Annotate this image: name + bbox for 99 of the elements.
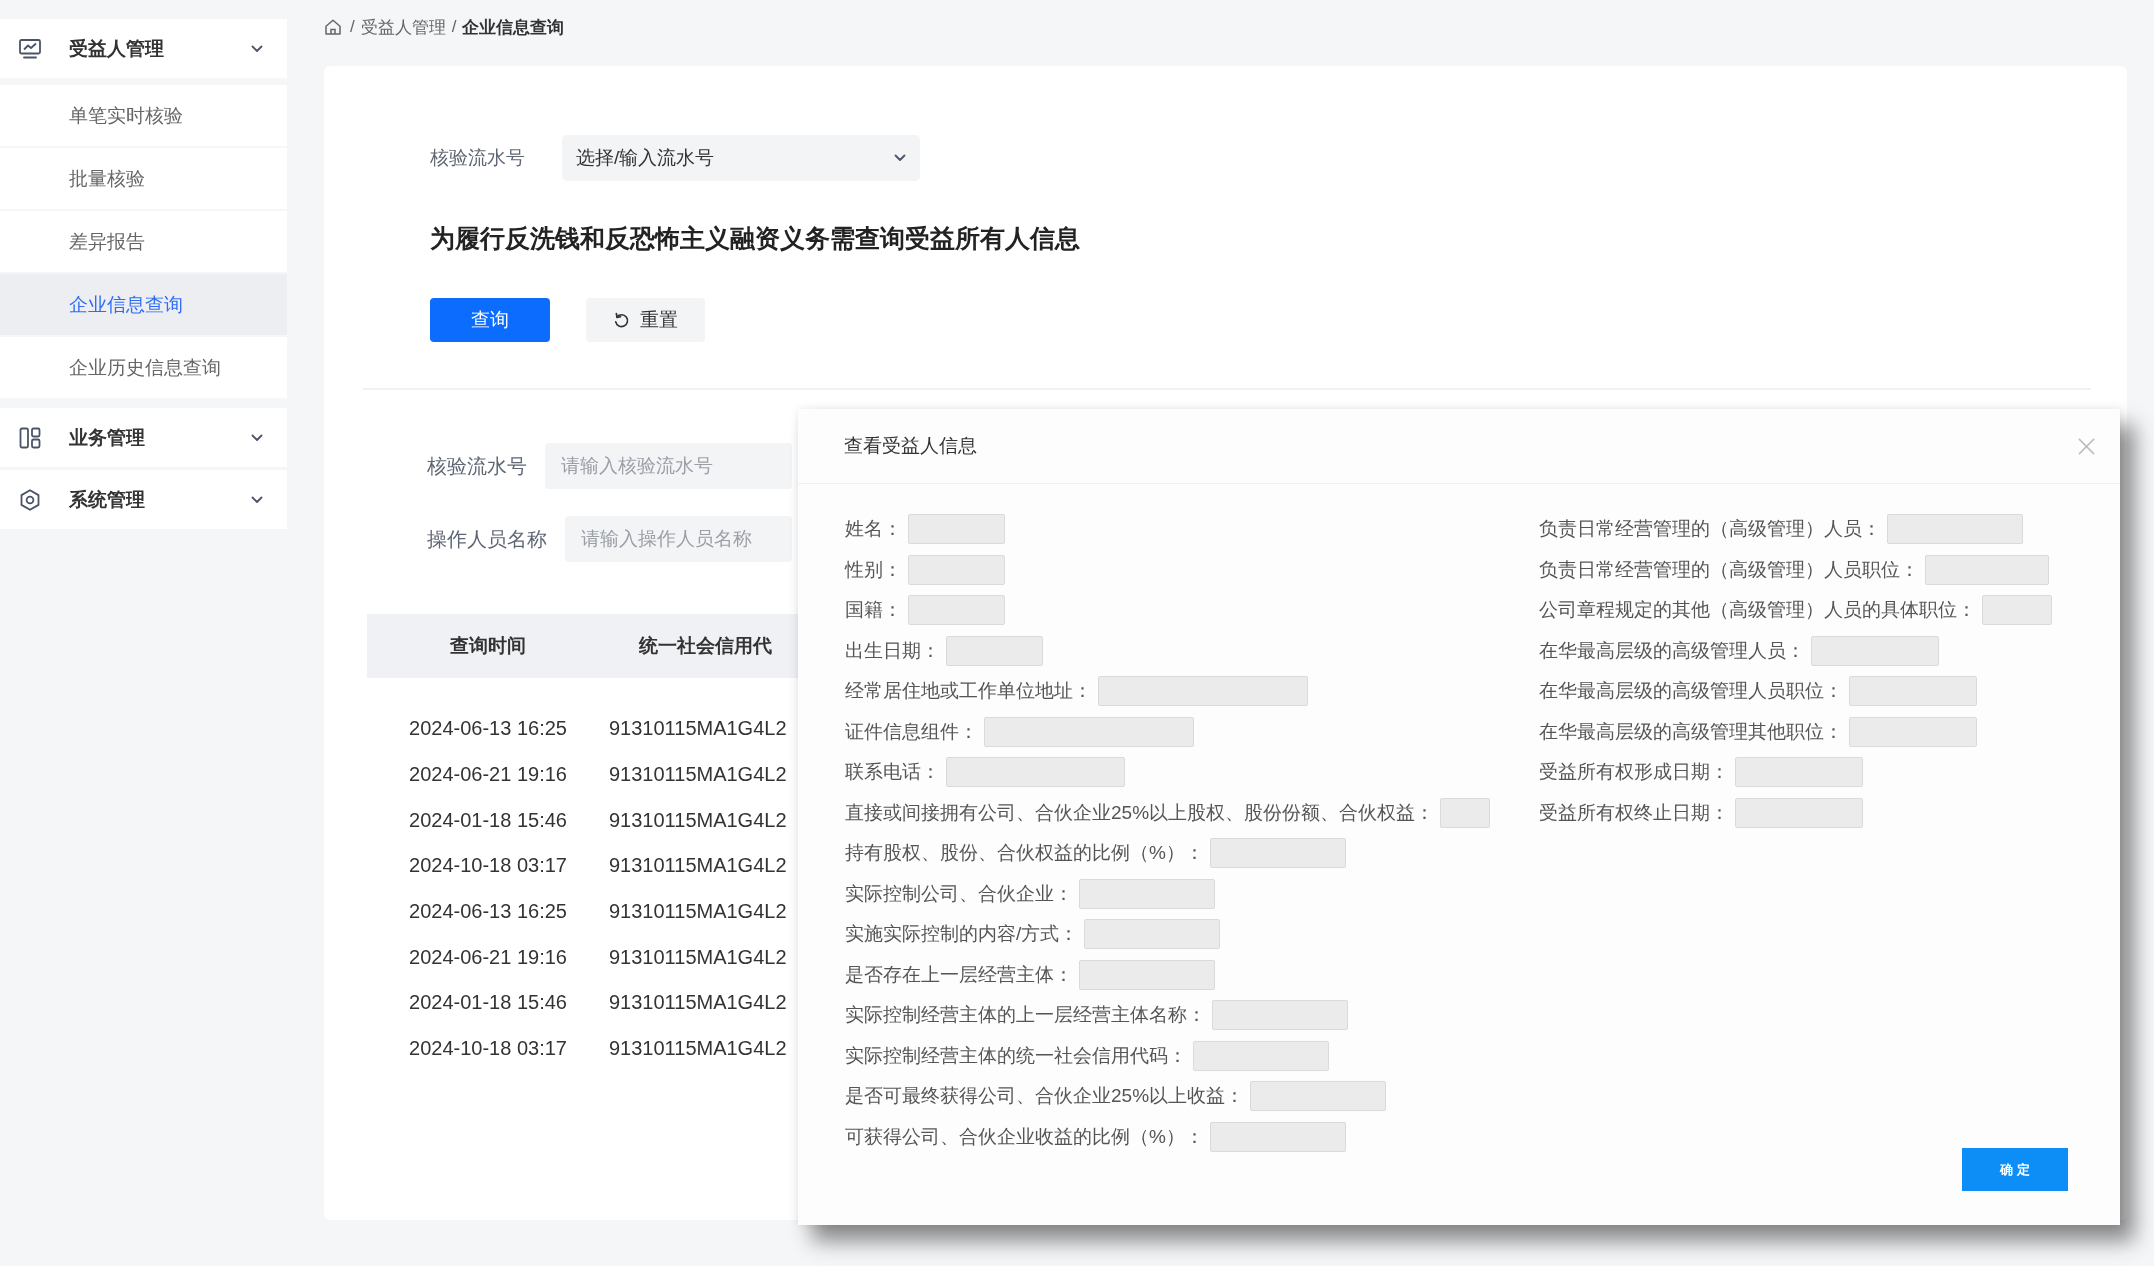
- chevron-down-icon: [251, 495, 263, 504]
- field-label: 经常居住地或工作单位地址：: [845, 679, 1092, 704]
- table-cell: 91310115MA1G4L2: [609, 717, 787, 740]
- column-header: 查询时间: [450, 635, 526, 656]
- table-cell: 2024-01-18 15:46: [409, 991, 567, 1014]
- settings-icon: [19, 488, 41, 511]
- input-field[interactable]: [1193, 1040, 1329, 1071]
- field-label: 实际控制经营主体的统一社会信用代码：: [845, 1043, 1187, 1068]
- field-label: 操作人员名称: [427, 526, 547, 552]
- confirm-button[interactable]: 确 定: [1962, 1148, 2068, 1191]
- sidebar-item[interactable]: 企业信息查询: [0, 274, 287, 335]
- table-cell: 2024-06-21 19:16: [409, 763, 567, 786]
- field-label: 性别：: [845, 557, 902, 582]
- table-cell: 91310115MA1G4L2: [609, 945, 787, 968]
- chevron-down-icon: [251, 433, 263, 442]
- table-cell: 2024-10-18 03:17: [409, 854, 567, 877]
- sidebar-item[interactable]: 批量核验: [0, 148, 287, 209]
- chevron-down-icon: [251, 44, 263, 53]
- input-field[interactable]: [1098, 676, 1308, 707]
- input-field[interactable]: [908, 595, 1005, 626]
- home-icon[interactable]: [324, 18, 342, 36]
- refresh-icon: [613, 311, 630, 329]
- sidebar-item[interactable]: 单笔实时核验: [0, 85, 287, 146]
- input-field[interactable]: [1209, 1121, 1346, 1152]
- input-field[interactable]: [1887, 514, 2023, 545]
- field-label: 负责日常经营管理的（高级管理）人员：: [1539, 517, 1881, 542]
- input-field[interactable]: [1982, 595, 2052, 626]
- table-cell: 2024-06-21 19:16: [409, 945, 567, 968]
- input-field[interactable]: [1212, 1000, 1348, 1031]
- monitor-chart-icon: [19, 38, 41, 59]
- field-label: 公司章程规定的其他（高级管理）人员的具体职位：: [1539, 598, 1976, 623]
- sidebar-group[interactable]: 系统管理: [0, 470, 287, 529]
- close-icon[interactable]: [2077, 436, 2096, 456]
- input-field[interactable]: [1084, 919, 1221, 950]
- table-cell: 2024-01-18 15:46: [409, 808, 567, 831]
- field-label: 是否存在上一层经营主体：: [845, 962, 1073, 987]
- field-label: 负责日常经营管理的（高级管理）人员职位：: [1539, 557, 1919, 582]
- breadcrumb-separator: /: [451, 17, 457, 37]
- input-field[interactable]: [1440, 797, 1491, 828]
- reset-button[interactable]: 重置: [586, 298, 705, 342]
- table-cell: 91310115MA1G4L2: [609, 991, 787, 1014]
- field-label: 实际控制公司、合伙企业：: [845, 881, 1073, 906]
- dialog-title: 查看受益人信息: [844, 434, 977, 458]
- input-field[interactable]: [984, 716, 1194, 747]
- table-cell: 91310115MA1G4L2: [609, 900, 787, 923]
- field-label: 在华最高层级的高级管理人员职位：: [1539, 679, 1843, 704]
- input-field[interactable]: [1079, 878, 1215, 909]
- select-field[interactable]: 选择/输入流水号: [562, 135, 920, 181]
- sidebar-item[interactable]: 差异报告: [0, 211, 287, 272]
- sidebar-group[interactable]: 受益人管理: [0, 19, 287, 78]
- field-label: 持有股权、股份、合伙权益的比例（%）：: [845, 841, 1204, 866]
- table-cell: 91310115MA1G4L2: [609, 1037, 787, 1060]
- breadcrumb-link[interactable]: 受益人管理: [360, 15, 446, 39]
- field-label: 国籍：: [845, 598, 902, 623]
- sidebar-group[interactable]: 业务管理: [0, 408, 287, 467]
- field-label: 受益所有权终止日期：: [1539, 800, 1729, 825]
- input-field[interactable]: [1735, 797, 1863, 828]
- input-field[interactable]: [1079, 959, 1215, 990]
- breadcrumb-separator: /: [350, 17, 355, 37]
- input-field[interactable]: [1209, 838, 1346, 869]
- sidebar-item[interactable]: 企业历史信息查询: [0, 337, 287, 398]
- input-field[interactable]: [908, 514, 1005, 545]
- notice-text: 为履行反洗钱和反恐怖主义融资义务需查询受益所有人信息: [430, 223, 1080, 253]
- field-label: 姓名：: [845, 517, 902, 542]
- chevron-down-icon: [894, 154, 906, 162]
- field-label: 实施实际控制的内容/方式：: [845, 922, 1079, 947]
- breadcrumb-current: 企业信息查询: [462, 16, 565, 39]
- input-field[interactable]: [1735, 757, 1863, 788]
- field-label: 受益所有权形成日期：: [1539, 760, 1729, 785]
- input-field[interactable]: [1250, 1081, 1387, 1112]
- table-cell: 91310115MA1G4L2: [609, 808, 787, 831]
- input-field[interactable]: 请输入核验流水号: [545, 443, 792, 489]
- input-field[interactable]: [1849, 716, 1977, 747]
- input-field[interactable]: [908, 554, 1005, 585]
- field-label: 出生日期：: [845, 638, 940, 663]
- input-field[interactable]: 请输入操作人员名称: [565, 516, 792, 562]
- column-header: 统一社会信用代: [639, 635, 772, 656]
- field-label: 可获得公司、合伙企业收益的比例（%）：: [845, 1124, 1204, 1149]
- table-cell: 2024-06-13 16:25: [409, 717, 567, 740]
- field-label: 核验流水号: [427, 453, 527, 479]
- table-cell: 2024-06-13 16:25: [409, 900, 567, 923]
- field-label: 是否可最终获得公司、合伙企业25%以上收益：: [845, 1084, 1245, 1109]
- input-field[interactable]: [1925, 554, 2049, 585]
- field-label: 证件信息组件：: [845, 719, 978, 744]
- table-cell: 2024-10-18 03:17: [409, 1037, 567, 1060]
- input-field[interactable]: [946, 757, 1125, 788]
- input-field[interactable]: [946, 635, 1043, 666]
- table-cell: 91310115MA1G4L2: [609, 854, 787, 877]
- table-cell: 91310115MA1G4L2: [609, 763, 787, 786]
- field-label: 直接或间接拥有公司、合伙企业25%以上股权、股份份额、合伙权益：: [845, 800, 1435, 825]
- query-button[interactable]: 查询: [430, 298, 550, 342]
- field-label: 核验流水号: [430, 146, 525, 170]
- input-field[interactable]: [1811, 635, 1939, 666]
- input-field[interactable]: [1849, 676, 1977, 707]
- field-label: 在华最高层级的高级管理人员：: [1539, 638, 1805, 663]
- field-label: 在华最高层级的高级管理其他职位：: [1539, 719, 1843, 744]
- layout-icon: [19, 426, 41, 449]
- field-label: 联系电话：: [845, 760, 940, 785]
- field-label: 实际控制经营主体的上一层经营主体名称：: [845, 1003, 1206, 1028]
